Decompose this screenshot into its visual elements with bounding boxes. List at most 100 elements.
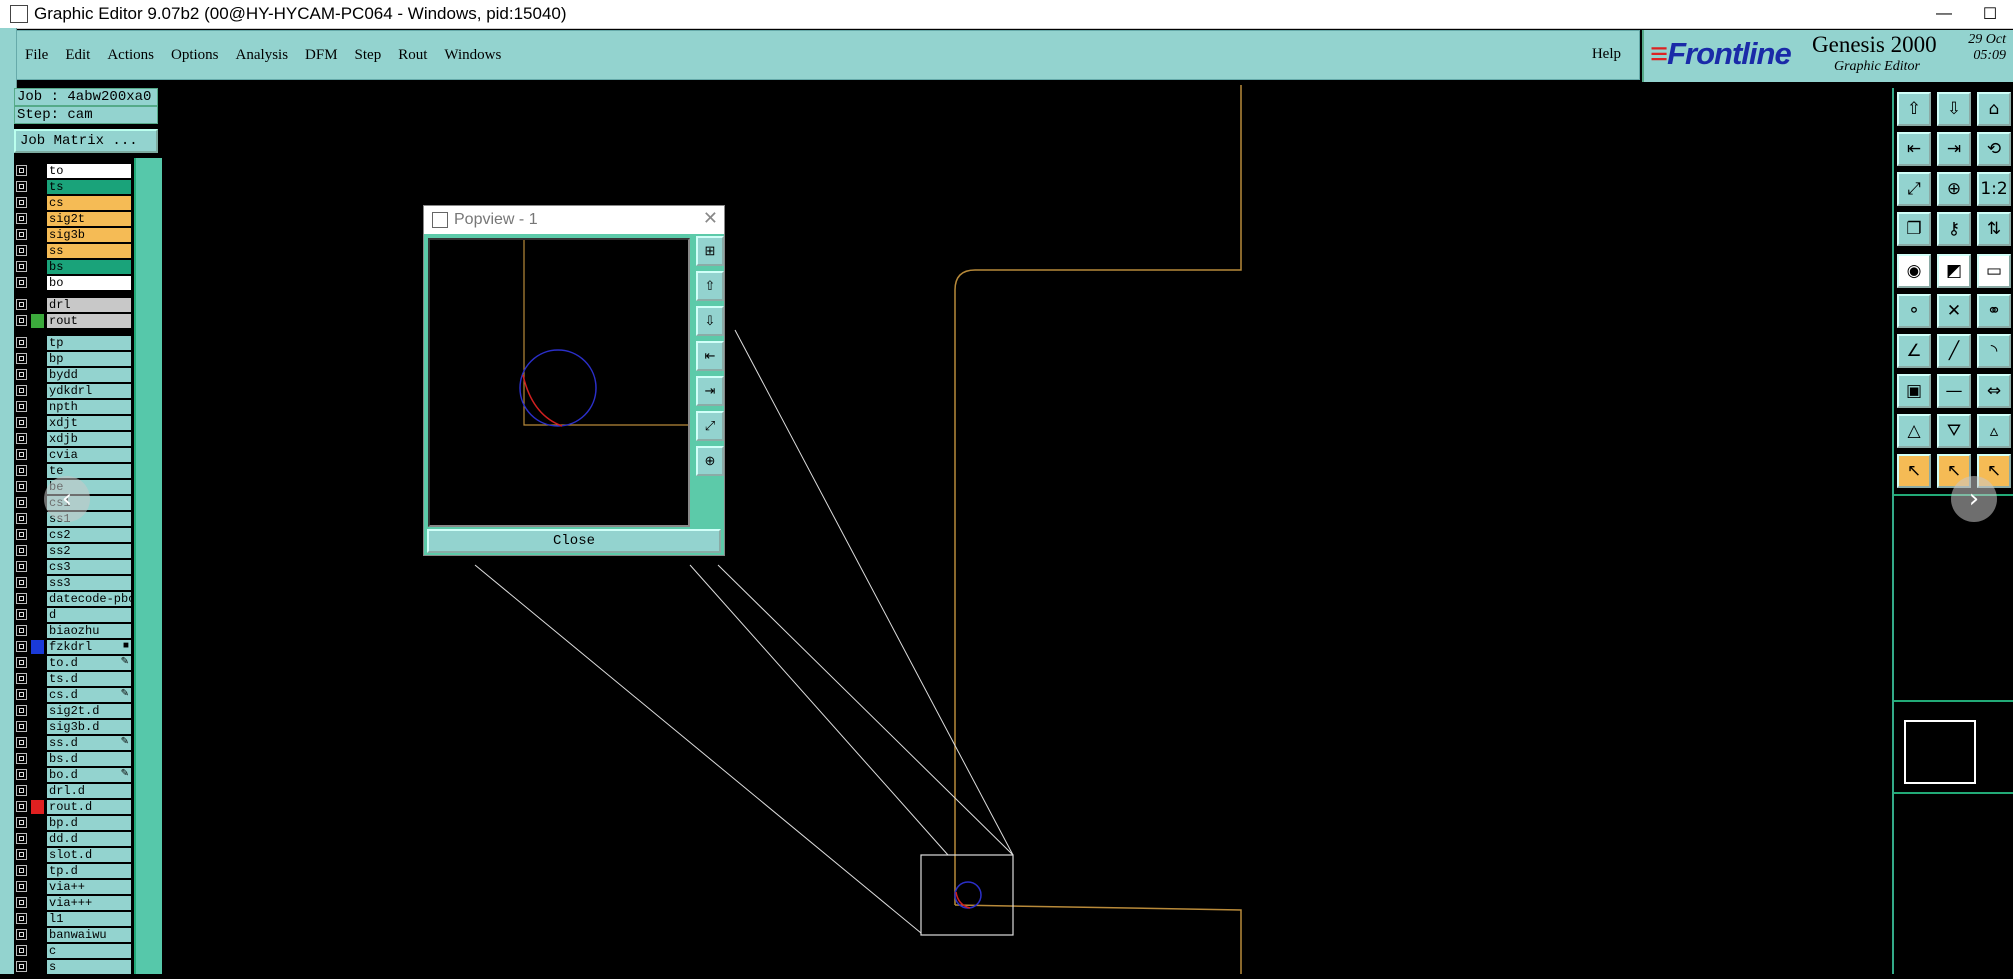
- layer-checkbox[interactable]: [16, 785, 27, 796]
- layer-name[interactable]: to.d ✎: [47, 656, 131, 670]
- layer-checkbox[interactable]: [16, 929, 27, 940]
- layer-name[interactable]: bs: [47, 260, 131, 274]
- popview-canvas[interactable]: [428, 238, 690, 527]
- layer-name[interactable]: drl: [47, 298, 131, 312]
- layer-checkbox[interactable]: [16, 593, 27, 604]
- menu-windows[interactable]: Windows: [444, 47, 501, 64]
- layer-name[interactable]: sig3b: [47, 228, 131, 242]
- layer-checkbox[interactable]: [16, 705, 27, 716]
- layer-checkbox[interactable]: [16, 849, 27, 860]
- layer-row[interactable]: datecode-pbc: [14, 592, 132, 606]
- layer-row[interactable]: sig2t: [14, 212, 132, 226]
- layer-name[interactable]: tp: [47, 336, 131, 350]
- job-matrix-button[interactable]: Job Matrix ...: [14, 129, 158, 153]
- dash-icon[interactable]: —: [1937, 374, 1971, 408]
- popview-close-icon[interactable]: ✕: [703, 208, 718, 229]
- layer-name[interactable]: ts.d: [47, 672, 131, 686]
- layer-name[interactable]: ss: [47, 244, 131, 258]
- layer-name[interactable]: l1: [47, 912, 131, 926]
- layer-row[interactable]: ts.d: [14, 672, 132, 686]
- layer-checkbox[interactable]: [16, 277, 27, 288]
- zoom-fit-icon[interactable]: ⤢: [1897, 172, 1931, 206]
- arc-triangle-icon[interactable]: ⛛: [1937, 414, 1971, 448]
- pad-icon[interactable]: ◉: [1897, 254, 1931, 288]
- layer-row[interactable]: cs2: [14, 528, 132, 542]
- layer-checkbox[interactable]: [16, 481, 27, 492]
- layer-checkbox[interactable]: [16, 641, 27, 652]
- layer-checkbox[interactable]: [16, 529, 27, 540]
- layer-row[interactable]: ss.d ✎: [14, 736, 132, 750]
- snapshot-icon[interactable]: ❐: [1897, 212, 1931, 246]
- layer-row[interactable]: npth: [14, 400, 132, 414]
- layer-name[interactable]: s: [47, 960, 131, 974]
- layer-name[interactable]: rout: [47, 314, 131, 328]
- layer-row[interactable]: l1: [14, 912, 132, 926]
- layer-row[interactable]: ss2: [14, 544, 132, 558]
- layer-checkbox[interactable]: [16, 229, 27, 240]
- upload-icon[interactable]: ⇧: [1897, 92, 1931, 126]
- layer-row[interactable]: drl.d: [14, 784, 132, 798]
- popview-up-icon[interactable]: ⇧: [696, 271, 724, 301]
- layer-checkbox[interactable]: [16, 673, 27, 684]
- popview-right-icon[interactable]: ⇥: [696, 376, 724, 406]
- layer-row[interactable]: ts: [14, 180, 132, 194]
- layer-checkbox[interactable]: [16, 449, 27, 460]
- layer-name[interactable]: ss2: [47, 544, 131, 558]
- layer-checkbox[interactable]: [16, 181, 27, 192]
- layer-row[interactable]: banwaiwu: [14, 928, 132, 942]
- layer-checkbox[interactable]: [16, 625, 27, 636]
- layer-checkbox[interactable]: [16, 657, 27, 668]
- layer-checkbox[interactable]: [16, 753, 27, 764]
- layer-name[interactable]: tp.d: [47, 864, 131, 878]
- layer-row[interactable]: bp.d: [14, 816, 132, 830]
- layer-checkbox[interactable]: [16, 689, 27, 700]
- layer-name[interactable]: bp: [47, 352, 131, 366]
- download-icon[interactable]: ⇩: [1937, 92, 1971, 126]
- layer-checkbox[interactable]: [16, 197, 27, 208]
- layer-checkbox[interactable]: [16, 465, 27, 476]
- graphic-canvas[interactable]: [162, 85, 1892, 974]
- layer-checkbox[interactable]: [16, 353, 27, 364]
- layer-name[interactable]: cs2: [47, 528, 131, 542]
- layer-checkbox[interactable]: [16, 245, 27, 256]
- key-icon[interactable]: ⚷: [1937, 212, 1971, 246]
- move-left-icon[interactable]: ⇤: [1897, 132, 1931, 166]
- triangle-icon[interactable]: △: [1897, 414, 1931, 448]
- layer-checkbox[interactable]: [16, 385, 27, 396]
- layer-checkbox[interactable]: [16, 577, 27, 588]
- ruler-icon[interactable]: ▭: [1977, 254, 2011, 288]
- layer-row[interactable]: tp: [14, 336, 132, 350]
- layer-row[interactable]: xdjb: [14, 432, 132, 446]
- menu-actions[interactable]: Actions: [107, 47, 154, 64]
- next-arrow-icon[interactable]: ›: [1951, 476, 1997, 522]
- cross-icon[interactable]: ✕: [1937, 294, 1971, 328]
- layer-row[interactable]: xdjt: [14, 416, 132, 430]
- layer-name[interactable]: bs.d: [47, 752, 131, 766]
- layer-checkbox[interactable]: [16, 433, 27, 444]
- layer-name[interactable]: ss.d ✎: [47, 736, 131, 750]
- layer-row[interactable]: d: [14, 608, 132, 622]
- angle-icon[interactable]: ∠: [1897, 334, 1931, 368]
- layer-scrollbar[interactable]: [134, 158, 162, 974]
- prev-arrow-icon[interactable]: ‹: [44, 476, 90, 522]
- layer-name[interactable]: bo.d ✎: [47, 768, 131, 782]
- triangle-alt-icon[interactable]: ▵: [1977, 414, 2011, 448]
- layer-name[interactable]: to: [47, 164, 131, 178]
- layer-row[interactable]: to.d ✎: [14, 656, 132, 670]
- layer-name[interactable]: dd.d: [47, 832, 131, 846]
- zoom-center-icon[interactable]: ⊕: [1937, 172, 1971, 206]
- popview-fit-icon[interactable]: ⤢: [696, 411, 724, 441]
- layer-row[interactable]: slot.d: [14, 848, 132, 862]
- pointer-icon[interactable]: ↖: [1897, 454, 1931, 488]
- layer-checkbox[interactable]: [16, 561, 27, 572]
- layer-name[interactable]: slot.d: [47, 848, 131, 862]
- layer-name[interactable]: drl.d: [47, 784, 131, 798]
- layer-checkbox[interactable]: [16, 417, 27, 428]
- layer-row[interactable]: s: [14, 960, 132, 974]
- layer-row[interactable]: ss3: [14, 576, 132, 590]
- layer-name[interactable]: te: [47, 464, 131, 478]
- layer-checkbox[interactable]: [16, 299, 27, 310]
- layer-row[interactable]: sig2t.d: [14, 704, 132, 718]
- layer-name[interactable]: xdjt: [47, 416, 131, 430]
- layer-name[interactable]: sig2t: [47, 212, 131, 226]
